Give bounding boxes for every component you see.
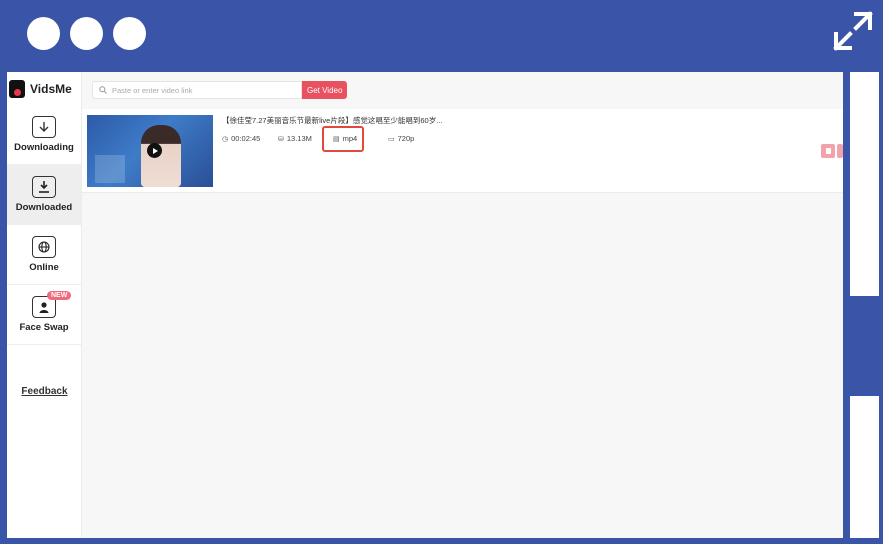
sidebar-item-label: Online xyxy=(29,262,59,273)
sidebar-item-online[interactable]: Online xyxy=(7,225,81,285)
storage-icon: ⛁ xyxy=(278,135,284,143)
video-duration: ◷ 00:02:45 xyxy=(222,134,260,143)
play-icon[interactable] xyxy=(147,143,162,158)
search-icon xyxy=(99,86,107,94)
video-resolution: ▭ 720p xyxy=(388,134,414,143)
video-thumbnail[interactable] xyxy=(87,115,213,187)
window-controls xyxy=(27,17,146,50)
duration-value: 00:02:45 xyxy=(231,134,261,143)
topbar: Get Video xyxy=(82,72,843,108)
get-video-button[interactable]: Get Video xyxy=(302,81,348,99)
video-list-item[interactable]: 【徐佳莹7.27美丽音乐节最新live片段】感觉这唱至少能唱到60岁... ◷ … xyxy=(82,109,843,193)
video-title: 【徐佳莹7.27美丽音乐节最新live片段】感觉这唱至少能唱到60岁... xyxy=(222,116,443,125)
sidebar-item-label: Downloaded xyxy=(15,202,73,213)
globe-icon xyxy=(32,236,56,258)
window-control-dot[interactable] xyxy=(27,17,60,50)
video-link-input[interactable] xyxy=(112,85,292,95)
downloaded-tray-icon xyxy=(32,176,56,198)
sidebar-item-downloading[interactable]: Downloading xyxy=(7,105,81,165)
format-value: mp4 xyxy=(342,134,358,143)
app-window: VidsMe Downloading Downloaded Online NEW xyxy=(7,72,843,538)
vidsme-logo-icon xyxy=(9,79,25,98)
resolution-value: 720p xyxy=(397,134,415,143)
download-arrow-icon xyxy=(32,116,56,138)
sidebar-item-downloaded[interactable]: Downloaded xyxy=(7,165,81,225)
delete-button[interactable] xyxy=(837,144,843,158)
app-name: VidsMe xyxy=(30,81,72,96)
video-size: ⛁ 13.13M xyxy=(278,134,312,143)
expand-icon[interactable] xyxy=(832,10,874,52)
side-panel-top xyxy=(850,72,879,296)
main-content: Get Video 【徐佳莹7.27美丽音乐节最新live片段】感觉这唱至少能唱… xyxy=(82,72,843,538)
sidebar: VidsMe Downloading Downloaded Online NEW xyxy=(7,72,82,538)
video-format: ▤ mp4 xyxy=(333,134,357,143)
sidebar-item-label: Face Swap xyxy=(19,322,69,333)
window-control-dot[interactable] xyxy=(70,17,103,50)
window-control-dot[interactable] xyxy=(113,17,146,50)
side-panel-bottom xyxy=(850,396,879,538)
size-value: 13.13M xyxy=(286,134,312,143)
new-badge: NEW xyxy=(47,291,72,300)
feedback-link[interactable]: Feedback xyxy=(7,386,82,397)
sidebar-item-label: Downloading xyxy=(14,142,74,153)
clock-icon: ◷ xyxy=(222,135,229,143)
folder-icon xyxy=(825,148,831,154)
monitor-icon: ▭ xyxy=(388,135,395,143)
search-box xyxy=(92,81,302,99)
sidebar-item-face-swap[interactable]: NEW Face Swap xyxy=(7,285,81,345)
file-icon: ▤ xyxy=(333,135,340,143)
open-folder-button[interactable] xyxy=(821,144,835,158)
app-logo: VidsMe xyxy=(7,72,81,105)
